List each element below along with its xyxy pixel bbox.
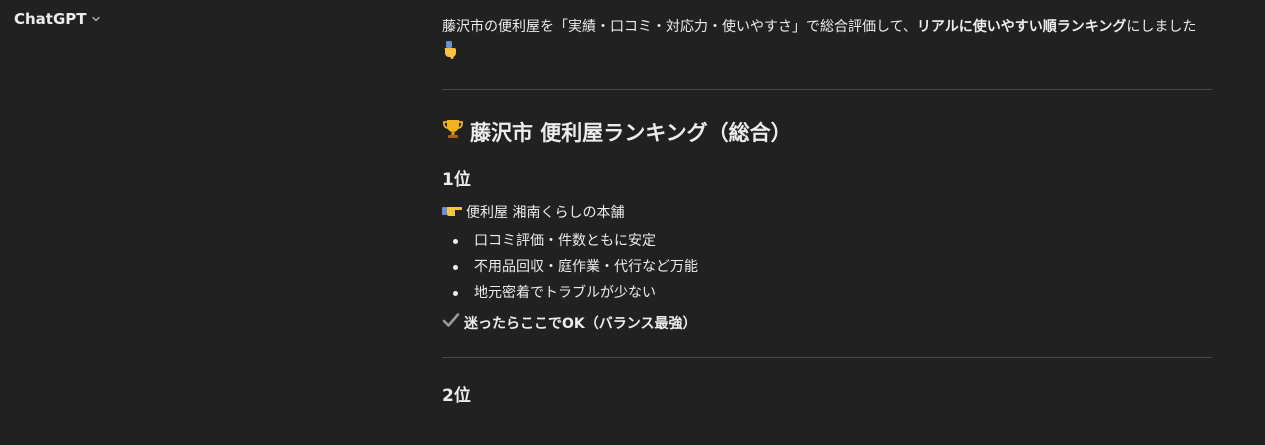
check-mark-icon: [442, 312, 460, 335]
intro-text: 藤沢市の便利屋を「実績・口コミ・対応力・使いやすさ」で総合評価して、: [442, 19, 917, 35]
list-item: 地元密着でトラブルが少ない: [450, 280, 1212, 306]
rank1-verdict-text: 迷ったらここでOK（バランス最強）: [464, 315, 697, 332]
ranking-heading: 藤沢市 便利屋ランキング（総合）: [442, 118, 1212, 148]
list-item: 口コミ評価・件数ともに安定: [450, 228, 1212, 254]
assistant-message: 藤沢市の便利屋を「実績・口コミ・対応力・使いやすさ」で総合評価して、リアルに使い…: [442, 14, 1212, 408]
intro-bold-text: リアルに使いやすい順ランキング: [916, 19, 1127, 35]
intro-paragraph: 藤沢市の便利屋を「実績・口コミ・対応力・使いやすさ」で総合評価して、リアルに使い…: [442, 14, 1212, 69]
chevron-down-icon: [91, 16, 100, 22]
ranking-heading-text: 藤沢市 便利屋ランキング（総合）: [470, 121, 792, 145]
rank1-title: 1位: [442, 170, 471, 190]
divider: [442, 357, 1212, 358]
divider: [442, 89, 1212, 90]
pointing-down-hand-icon: [442, 41, 458, 69]
model-selector[interactable]: ChatGPT: [14, 10, 101, 28]
chat-window: ChatGPT 藤沢市の便利屋を「実績・口コミ・対応力・使いやすさ」で総合評価し…: [0, 0, 1265, 445]
rank1-verdict: 迷ったらここでOK（バランス最強）: [442, 312, 1212, 335]
rank1-shop-name: 便利屋 湘南くらしの本舗: [466, 205, 625, 221]
model-name: ChatGPT: [14, 10, 87, 28]
rank1-points-list: 口コミ評価・件数ともに安定 不用品回収・庭作業・代行など万能 地元密着でトラブル…: [442, 228, 1212, 306]
rank1-shop: 便利屋 湘南くらしの本舗: [442, 202, 1212, 224]
trophy-icon: [442, 118, 464, 148]
intro-tail-text: にしました: [1126, 19, 1197, 35]
rank2-title: 2位: [442, 386, 471, 406]
pointing-right-hand-icon: [442, 202, 463, 224]
list-item: 不用品回収・庭作業・代行など万能: [450, 254, 1212, 280]
